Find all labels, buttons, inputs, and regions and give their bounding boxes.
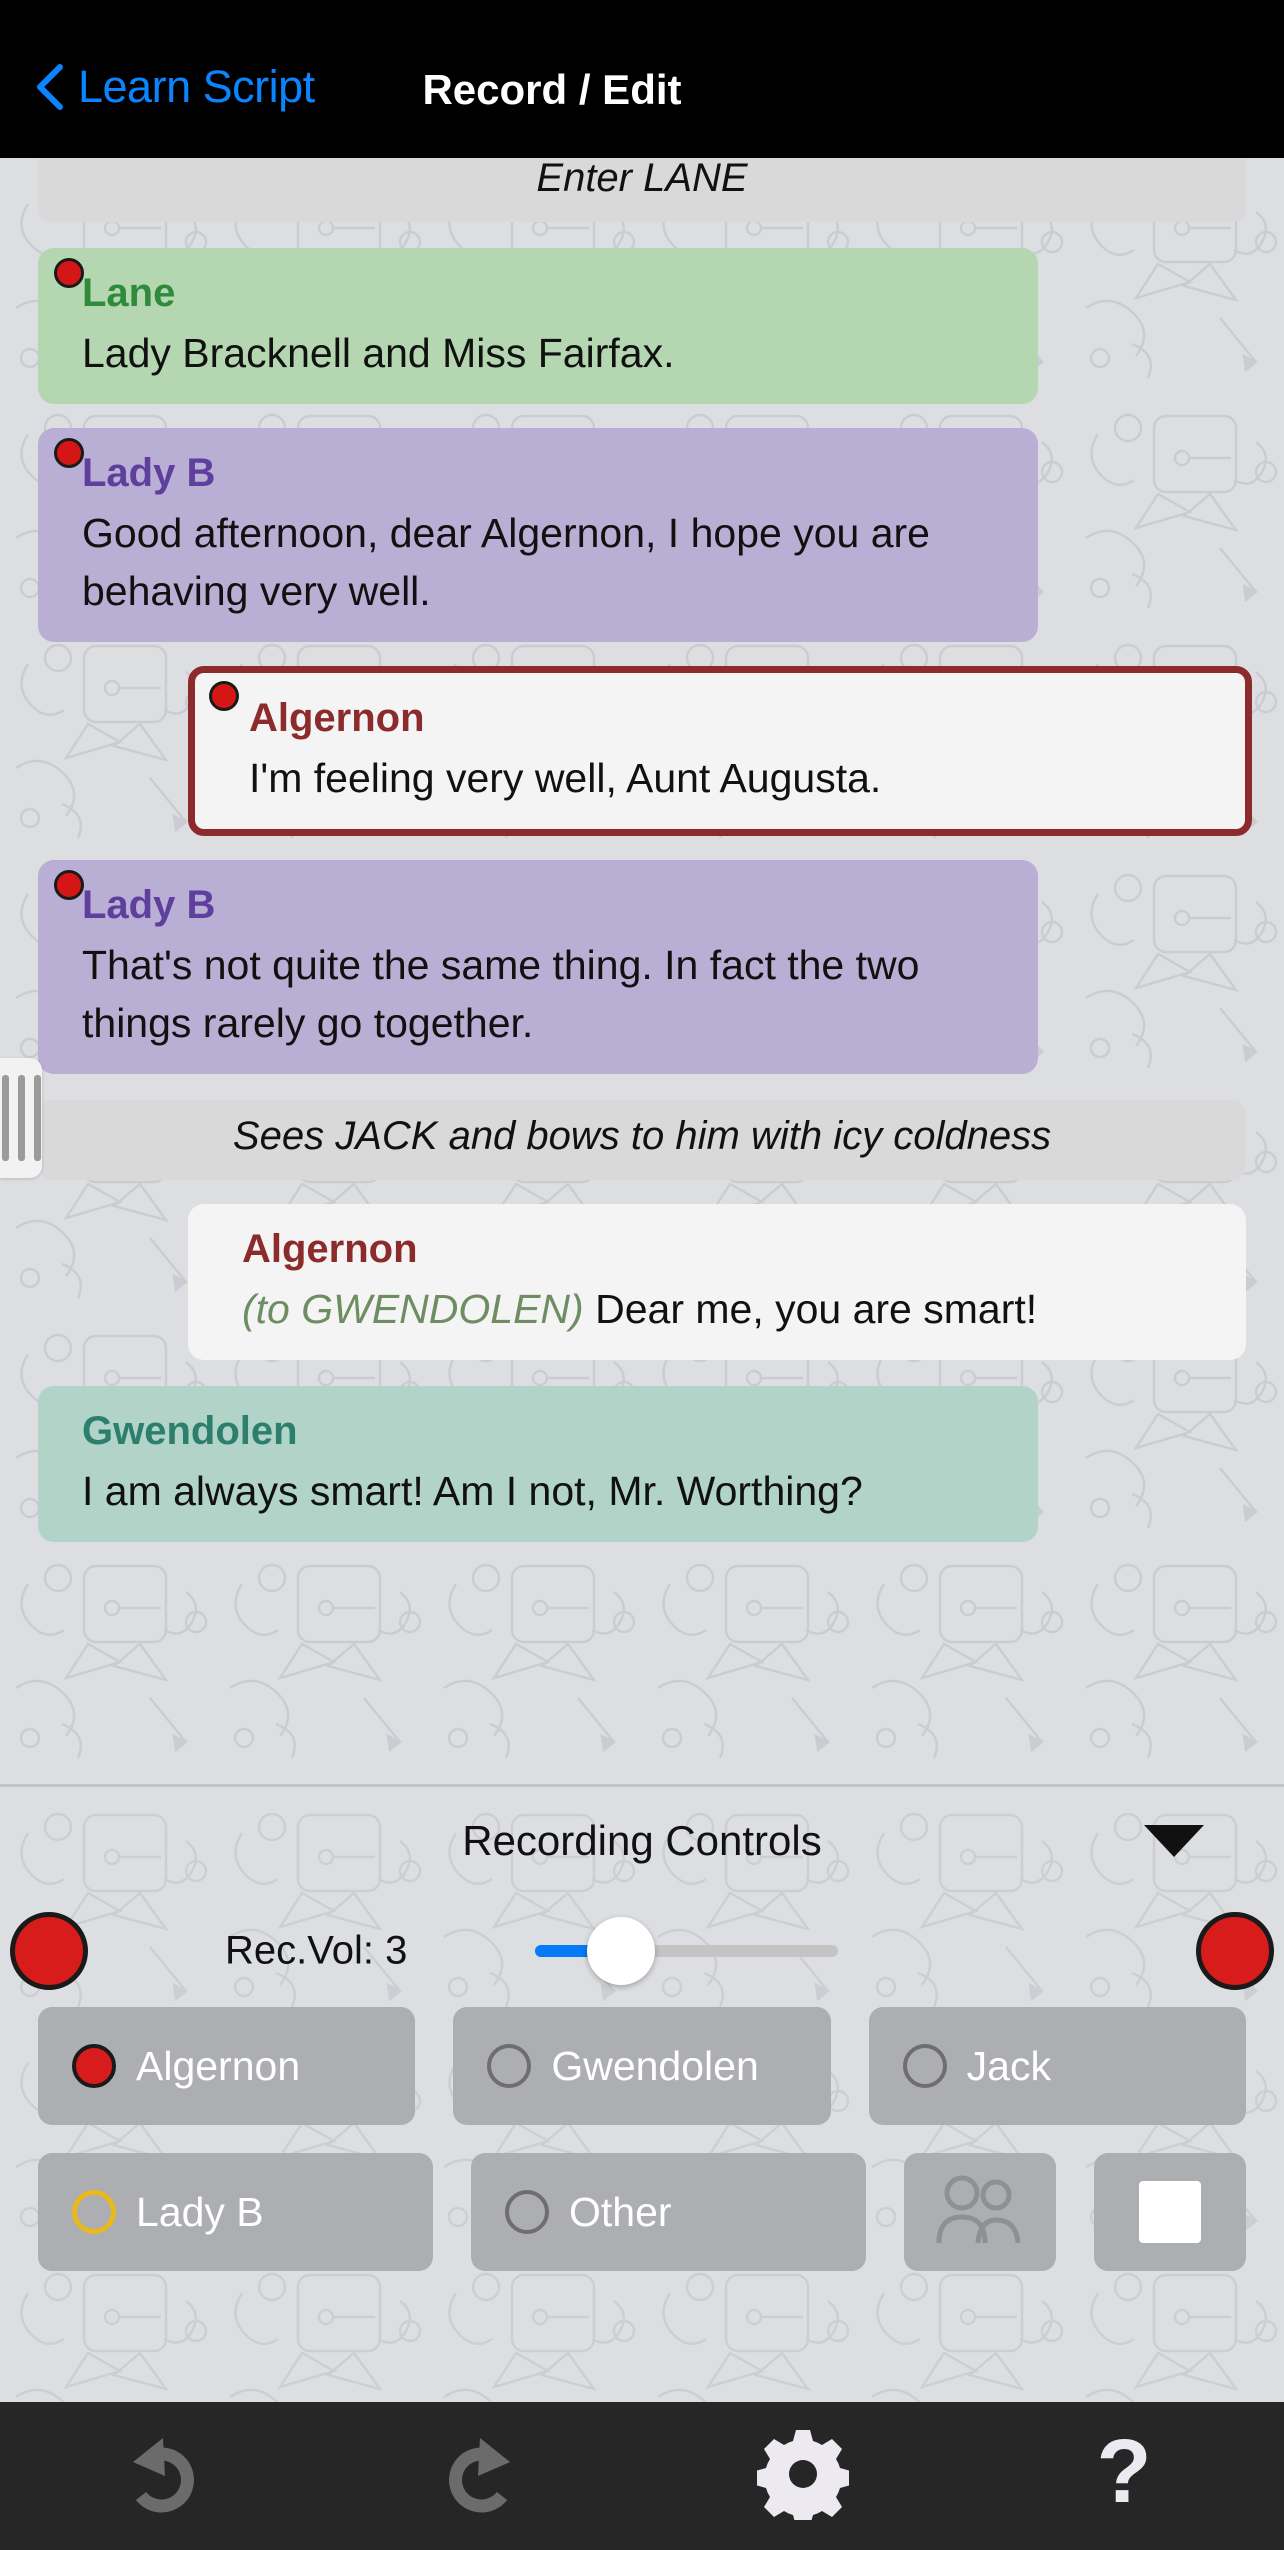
record-dot-icon[interactable] (209, 681, 239, 711)
character-row-1: Algernon Gwendolen Jack (38, 2007, 1246, 2125)
record-button-right[interactable] (1196, 1912, 1274, 1990)
stop-button[interactable] (1094, 2153, 1246, 2271)
record-button-left[interactable] (10, 1912, 88, 1990)
line-text: I am always smart! Am I not, Mr. Worthin… (82, 1468, 863, 1514)
resize-handle[interactable] (0, 1058, 42, 1178)
gear-icon (754, 2428, 851, 2526)
stage-direction[interactable]: Enter LANE (38, 158, 1246, 222)
handle-bar (17, 1075, 25, 1161)
character-label: Gwendolen (551, 2042, 759, 2089)
line-text: (to GWENDOLEN) Dear me, you are smart! (242, 1280, 1220, 1338)
script-line-lane[interactable]: Lane Lady Bracknell and Miss Fairfax. (38, 248, 1038, 404)
recording-controls-panel: Recording Controls Rec.Vol: 3 Algernon G… (0, 1784, 1284, 2402)
record-dot-icon[interactable] (54, 438, 84, 468)
script-line-gwendolen[interactable]: Gwendolen I am always smart! Am I not, M… (38, 1386, 1038, 1542)
line-body: Dear me, you are smart! (595, 1286, 1038, 1332)
character-button-grid: Algernon Gwendolen Jack Lady B Other (0, 2007, 1284, 2271)
record-dot-icon[interactable] (54, 258, 84, 288)
radio-gold-icon (72, 2190, 116, 2234)
line-text: Lady Bracknell and Miss Fairfax. (82, 330, 675, 376)
character-row-2: Lady B Other (38, 2153, 1246, 2271)
speaker-name: Lady B (82, 883, 216, 927)
character-label: Lady B (136, 2188, 264, 2235)
undo-icon (115, 2434, 207, 2519)
redo-button[interactable] (321, 2434, 642, 2519)
chevron-down-icon[interactable] (1144, 1825, 1204, 1857)
inline-stage-direction: (to GWENDOLEN) (242, 1286, 584, 1332)
volume-slider[interactable] (535, 1917, 838, 1985)
radio-empty-icon (487, 2044, 532, 2088)
line-text: I'm feeling very well, Aunt Augusta. (249, 755, 882, 801)
undo-button[interactable] (0, 2434, 321, 2519)
character-button-gwendolen[interactable]: Gwendolen (453, 2007, 831, 2125)
character-label: Jack (966, 2042, 1051, 2089)
slider-knob[interactable] (587, 1917, 655, 1985)
help-icon: ? (1089, 2422, 1159, 2525)
script-line-ladyb-1[interactable]: Lady B Good afternoon, dear Algernon, I … (38, 428, 1038, 642)
redo-icon (436, 2434, 528, 2519)
volume-label: Rec.Vol: 3 (225, 1928, 408, 1973)
stage-direction[interactable]: Sees JACK and bows to him with icy coldn… (38, 1100, 1246, 1180)
controls-header: Recording Controls (0, 1787, 1284, 1895)
radio-filled-icon (72, 2044, 116, 2088)
controls-title: Recording Controls (462, 1817, 822, 1864)
script-line-algernon-2[interactable]: Algernon (to GWENDOLEN) Dear me, you are… (188, 1204, 1246, 1360)
speaker-name: Algernon (249, 696, 425, 740)
group-characters-button[interactable] (904, 2153, 1056, 2271)
character-label: Algernon (136, 2042, 301, 2089)
settings-button[interactable] (642, 2428, 963, 2526)
radio-empty-icon (505, 2190, 549, 2234)
character-button-jack[interactable]: Jack (868, 2007, 1246, 2125)
volume-row: Rec.Vol: 3 (0, 1895, 1284, 2007)
bottom-toolbar: ? (0, 2402, 1284, 2550)
speaker-name: Algernon (242, 1227, 418, 1271)
handle-bar (1, 1075, 9, 1161)
character-button-ladyb[interactable]: Lady B (38, 2153, 433, 2271)
script-scroll-area[interactable]: Enter LANE Lane Lady Bracknell and Miss … (0, 158, 1284, 1784)
speaker-name: Gwendolen (82, 1409, 298, 1453)
handle-bar (33, 1075, 41, 1161)
record-dot-icon[interactable] (54, 870, 84, 900)
line-text: Good afternoon, dear Algernon, I hope yo… (82, 510, 930, 614)
script-line-ladyb-2[interactable]: Lady B That's not quite the same thing. … (38, 860, 1038, 1074)
script-line-algernon-selected[interactable]: Algernon I'm feeling very well, Aunt Aug… (188, 666, 1252, 836)
svg-text:?: ? (1096, 2428, 1151, 2520)
character-button-algernon[interactable]: Algernon (38, 2007, 416, 2125)
help-button[interactable]: ? (963, 2422, 1284, 2525)
navigation-bar: Learn Script Record / Edit (0, 0, 1284, 158)
speaker-name: Lane (82, 271, 176, 315)
radio-empty-icon (902, 2044, 947, 2088)
character-label: Other (569, 2188, 672, 2235)
speaker-name: Lady B (82, 451, 216, 495)
line-text: That's not quite the same thing. In fact… (82, 942, 920, 1046)
script-line-list: Enter LANE Lane Lady Bracknell and Miss … (0, 158, 1284, 1542)
page-title: Record / Edit (422, 66, 682, 113)
app-root: Learn Script Record / Edit Enter LANE La… (0, 0, 1284, 2550)
character-button-other[interactable]: Other (471, 2153, 866, 2271)
people-icon (932, 2173, 1028, 2252)
stop-square-icon (1139, 2181, 1201, 2243)
